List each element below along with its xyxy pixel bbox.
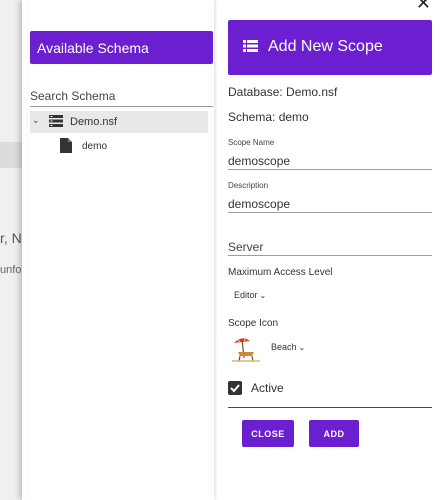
beach-icon	[232, 337, 260, 362]
active-checkbox[interactable]	[228, 381, 242, 395]
description-input[interactable]	[228, 197, 432, 211]
max-access-select[interactable]: Editor ⌄	[234, 290, 266, 300]
search-schema-input[interactable]	[30, 89, 213, 103]
check-icon	[230, 384, 240, 393]
scope-name-input[interactable]	[228, 154, 432, 168]
chevron-down-icon: ⌄	[259, 291, 267, 300]
database-icon	[49, 115, 63, 127]
background-text-fragment: r, N	[0, 230, 22, 246]
scope-name-field[interactable]	[228, 152, 432, 170]
divider	[228, 407, 432, 408]
list-icon	[243, 40, 258, 52]
max-access-label: Maximum Access Level	[228, 267, 333, 278]
description-label: Description	[228, 181, 269, 190]
available-schema-panel: Available Schema ⌄ Demo.nsf demo	[28, 0, 214, 500]
active-label: Active	[251, 381, 284, 395]
add-scope-drawer: ✕ Available Schema ⌄ Demo.nsf demo	[22, 0, 447, 500]
chevron-down-icon: ⌄	[298, 343, 306, 352]
add-scope-header: Add New Scope	[228, 20, 432, 75]
tree-item-schema[interactable]: demo	[60, 138, 200, 156]
schema-label: demo	[82, 141, 108, 152]
database-label: Demo.nsf	[70, 116, 118, 128]
close-button[interactable]: CLOSE	[242, 420, 294, 447]
scope-icon-label: Scope Icon	[228, 318, 279, 329]
add-button[interactable]: ADD	[309, 420, 359, 447]
server-input[interactable]	[228, 240, 432, 254]
database-info: Database: Demo.nsf	[228, 85, 338, 99]
add-scope-form: Add New Scope Database: Demo.nsf Schema:…	[228, 20, 432, 480]
scope-icon-select[interactable]: Beach ⌄	[271, 342, 305, 352]
scope-name-label: Scope Name	[228, 138, 275, 147]
description-field[interactable]	[228, 195, 432, 213]
background-strip	[0, 142, 22, 168]
tree-item-database[interactable]: ⌄ Demo.nsf	[30, 111, 208, 133]
expand-toggle-icon[interactable]: ⌄	[32, 115, 40, 126]
max-access-value: Editor	[234, 290, 258, 300]
background-text-fragment: unfo	[0, 264, 22, 276]
server-field[interactable]	[228, 238, 432, 256]
close-icon[interactable]: ✕	[416, 0, 431, 12]
schema-info: Schema: demo	[228, 110, 309, 124]
page-title: Add New Scope	[268, 38, 383, 55]
available-schema-header: Available Schema	[30, 31, 213, 64]
document-icon	[60, 138, 72, 153]
scope-icon-value: Beach	[271, 342, 297, 352]
search-schema-field[interactable]	[30, 87, 213, 107]
